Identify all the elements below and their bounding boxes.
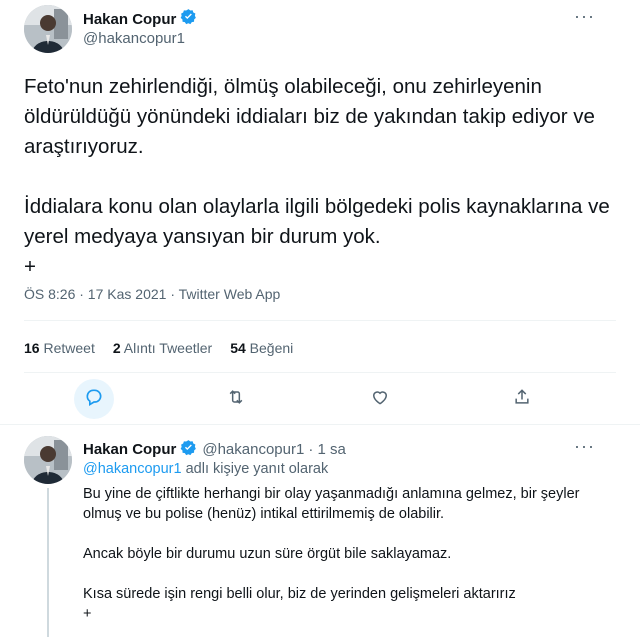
- like-button[interactable]: [360, 379, 400, 419]
- reply-time[interactable]: · 1 sa: [308, 441, 346, 458]
- author-name[interactable]: Hakan Copur: [83, 11, 176, 28]
- quotes-stat[interactable]: 2 Alıntı Tweetler: [113, 340, 212, 356]
- verified-badge-icon: [180, 8, 197, 30]
- reply-button[interactable]: [74, 379, 114, 419]
- reply-icon: [84, 387, 104, 412]
- replying-to-suffix: adlı kişiye yanıt olarak: [181, 461, 329, 477]
- share-icon: [512, 387, 532, 412]
- avatar[interactable]: [24, 5, 72, 53]
- reply-more-options-icon[interactable]: ···: [574, 436, 595, 457]
- divider: [0, 424, 640, 425]
- retweets-label: Retweet: [43, 340, 95, 356]
- thread-line: [47, 488, 49, 637]
- likes-stat[interactable]: 54 Beğeni: [230, 340, 293, 356]
- more-options-icon[interactable]: ···: [574, 6, 595, 27]
- tweet-stats: 16 Retweet 2 Alıntı Tweetler 54 Beğeni: [24, 340, 293, 356]
- like-icon: [370, 387, 390, 412]
- tweet-text: Feto'nun zehirlendiği, ölmüş olabileceği…: [24, 75, 610, 278]
- quotes-count: 2: [112, 340, 121, 356]
- avatar-image: [24, 5, 72, 53]
- reply-avatar[interactable]: [24, 436, 72, 484]
- verified-badge-icon: [180, 439, 197, 460]
- retweets-stat[interactable]: 16 Retweet: [24, 340, 95, 356]
- likes-count: 54: [230, 340, 246, 356]
- retweet-button[interactable]: [216, 379, 256, 419]
- likes-label: Beğeni: [249, 340, 294, 356]
- retweet-icon: [225, 387, 247, 412]
- avatar-image: [24, 436, 72, 484]
- author-handle[interactable]: @hakancopur1: [83, 30, 185, 47]
- quotes-label: Alıntı Tweetler: [123, 340, 213, 356]
- replying-to: @hakancopur1 adlı kişiye yanıt olarak: [83, 461, 328, 477]
- reply-tweet-text: Bu yine de çiftlikte herhangi bir olay y…: [83, 486, 580, 622]
- divider: [24, 320, 616, 321]
- share-button[interactable]: [502, 379, 542, 419]
- reply-author-name[interactable]: Hakan Copur: [83, 441, 176, 458]
- reply-author-handle[interactable]: @hakancopur1: [202, 441, 304, 458]
- divider: [24, 372, 616, 373]
- tweet-timestamp[interactable]: ÖS 8:26 · 17 Kas 2021 · Twitter Web App: [24, 286, 280, 302]
- replying-to-handle[interactable]: @hakancopur1: [83, 461, 182, 477]
- retweets-count: 16: [24, 340, 40, 356]
